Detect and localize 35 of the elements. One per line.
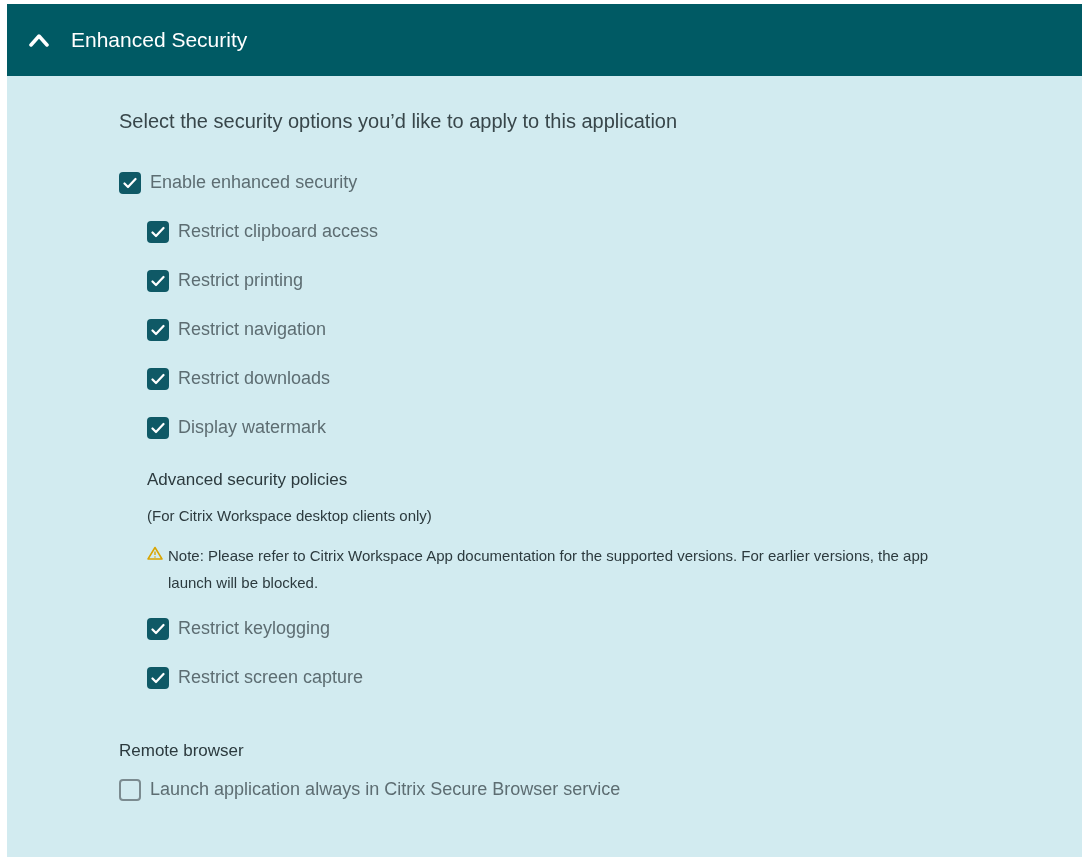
checkbox[interactable] — [147, 617, 169, 640]
checkbox[interactable] — [147, 220, 169, 243]
checkbox[interactable] — [147, 367, 169, 390]
checkbox-label[interactable]: Restrict navigation — [178, 316, 327, 343]
checkbox[interactable] — [147, 269, 169, 292]
checkbox[interactable] — [119, 171, 141, 194]
intro-text: Select the security options you’d like to apply to this application — [119, 109, 679, 134]
checkbox-label[interactable]: Restrict screen capture — [178, 664, 364, 691]
checkbox-label[interactable]: Launch application always in Citrix Secure Browser service — [150, 776, 621, 803]
checkbox[interactable] — [147, 318, 169, 341]
checkbox-label[interactable]: Enable enhanced security — [150, 169, 358, 196]
checkmark-icon — [151, 421, 165, 434]
checkbox-label[interactable]: Restrict keylogging — [178, 615, 331, 642]
checkmark-icon — [151, 274, 165, 287]
warning-text: Note: Please refer to Citrix Workspace App documentation for the supported versions. For earlier versions, the app launch will be blocked. — [168, 546, 930, 593]
checkmark-icon — [151, 225, 165, 238]
checkbox[interactable] — [147, 666, 169, 689]
checkbox[interactable] — [147, 416, 169, 439]
checkmark-icon — [151, 622, 165, 635]
checkbox-label[interactable]: Restrict downloads — [178, 365, 331, 392]
warning-icon — [147, 546, 163, 560]
checkbox-label[interactable]: Restrict printing — [178, 267, 304, 294]
chevron-up-icon — [29, 33, 49, 47]
checkmark-icon — [123, 176, 137, 189]
checkmark-icon — [151, 372, 165, 385]
checkbox-label[interactable]: Restrict clipboard access — [178, 218, 379, 245]
checkmark-icon — [151, 671, 165, 684]
checkmark-icon — [151, 323, 165, 336]
panel-title: Enhanced Security — [71, 27, 248, 54]
note-text: (For Citrix Workspace desktop clients only) — [147, 505, 432, 526]
section-heading: Advanced security policies — [147, 468, 348, 491]
panel-header[interactable]: Enhanced Security — [7, 4, 1082, 76]
checkbox[interactable] — [119, 778, 141, 801]
checkbox-label[interactable]: Display watermark — [178, 414, 327, 441]
section-heading: Remote browser — [119, 739, 244, 762]
